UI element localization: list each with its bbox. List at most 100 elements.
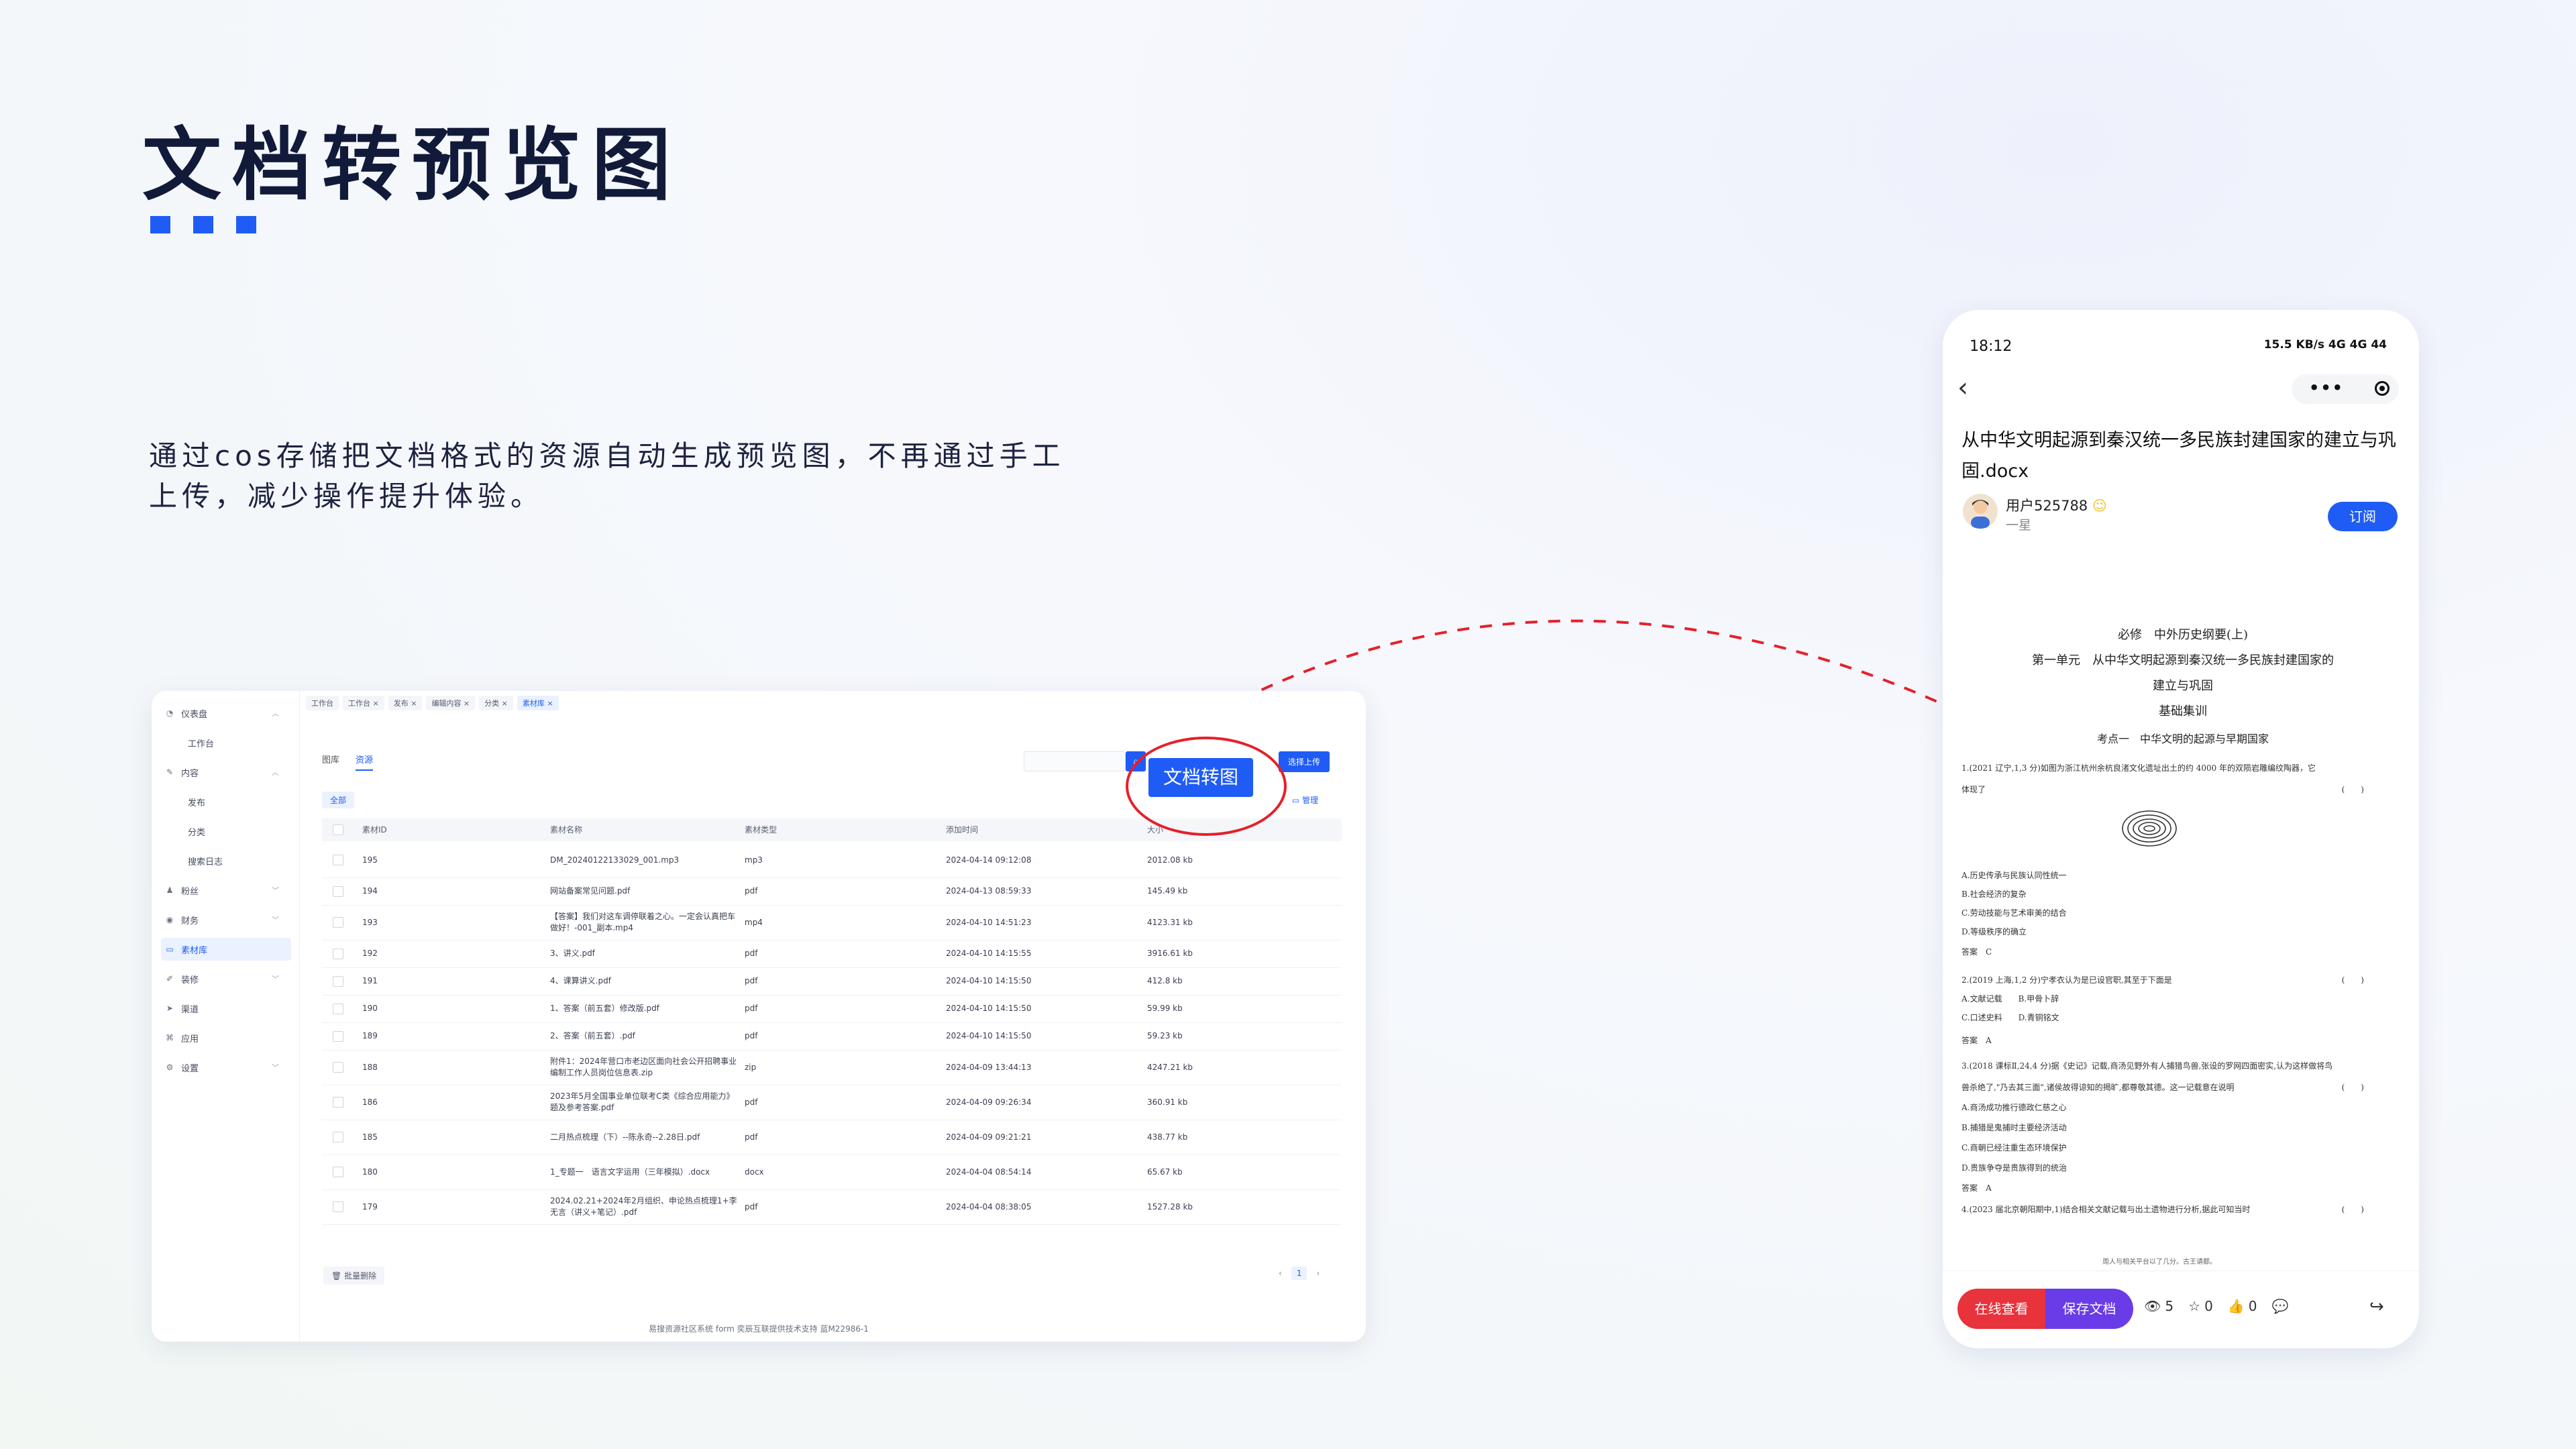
cell-name: 【答案】我们对这车调停联着之心。一定会认真把车做好！-001_副本.mp4 — [550, 912, 736, 932]
sidebar-item[interactable]: ▭ 素材库 — [161, 938, 291, 961]
sidebar-item[interactable]: 分类 — [188, 820, 309, 843]
option-line: C.口述史料 D.青铜铭文 — [1962, 1013, 2059, 1022]
sidebar-item[interactable]: ✐ 装修 ﹀ — [165, 967, 286, 990]
chevron-up-icon: ︿ — [272, 709, 279, 718]
row-checkbox[interactable] — [333, 1155, 343, 1189]
row-checkbox[interactable] — [333, 1022, 343, 1050]
highlight-circle — [1126, 737, 1287, 836]
likes-count: 0 — [2248, 1298, 2257, 1314]
top-tab[interactable]: 分类 × — [479, 696, 513, 710]
cell-size: 360.91 kb — [1147, 1097, 1188, 1107]
more-icon[interactable]: ••• — [2309, 378, 2344, 397]
document-title: 从中华文明起源到秦汉统一多民族封建国家的建立与巩固.docx — [1962, 430, 2396, 482]
view-online-button[interactable]: 在线查看 — [1957, 1289, 2045, 1329]
table-row[interactable]: 185 二月热点梳理（下）--陈永奇--2.28日.pdf pdf 2024-04-0… — [322, 1120, 1342, 1155]
batch-delete-button[interactable]: 🗑 批量删除 — [323, 1267, 385, 1285]
answer-2: 答案 A — [1962, 1036, 1992, 1045]
row-checkbox[interactable] — [333, 1120, 343, 1155]
save-document-button[interactable]: 保存文档 — [2045, 1289, 2133, 1329]
filter-all-chip[interactable]: 全部 — [322, 792, 355, 808]
apps-icon: ⌘ — [166, 1033, 174, 1042]
table-row[interactable]: 195 DM_20240122133029_001.mp3 mp3 2024-04-1… — [322, 843, 1342, 878]
table-row[interactable]: 189 2、答案（前五套）.pdf pdf 2024-04-10 14:15:50 59… — [322, 1022, 1342, 1051]
user-name: 用户525788 ☺ — [2006, 495, 2107, 515]
table-row[interactable]: 194 网站备案常见问题.pdf pdf 2024-04-13 08:59:33 145… — [322, 877, 1342, 906]
upload-button[interactable]: 选择上传 — [1279, 751, 1330, 772]
comment-icon[interactable]: 💬 — [2271, 1298, 2288, 1314]
top-tab[interactable]: 素材库 × — [517, 696, 559, 710]
star-icon: ☆ — [2188, 1298, 2201, 1314]
table-row[interactable]: 180 1_专题一 语言文字运用（三年模拟）.docx docx 2024-04-04… — [322, 1155, 1342, 1190]
row-checkbox[interactable] — [333, 995, 343, 1022]
folder-icon: ▭ — [1292, 796, 1303, 805]
likes-stat[interactable]: 👍 0 — [2228, 1298, 2257, 1314]
sidebar-item[interactable]: 发布 — [188, 790, 309, 813]
table-row[interactable]: 191 4、课算讲义.pdf pdf 2024-04-10 14:15:50 412.8… — [322, 967, 1342, 996]
tab-gallery[interactable]: 图库 — [322, 753, 339, 765]
cell-time: 2024-04-04 08:38:05 — [946, 1201, 1032, 1212]
cell-id: 186 — [362, 1097, 378, 1107]
cell-type: zip — [745, 1062, 757, 1072]
row-checkbox[interactable] — [333, 967, 343, 995]
row-checkbox[interactable] — [333, 843, 343, 877]
sidebar-item-label: 渠道 — [181, 1004, 199, 1015]
sidebar-item[interactable]: ✎ 内容 ︿ — [165, 761, 286, 784]
top-tab[interactable]: 编辑内容 × — [426, 696, 476, 710]
vip-icon: ☺ — [2092, 498, 2107, 514]
tab-resources[interactable]: 资源 — [356, 753, 374, 771]
row-checkbox[interactable] — [333, 1085, 343, 1120]
cell-size: 438.77 kb — [1147, 1132, 1188, 1142]
sidebar-item[interactable]: 搜索日志 — [188, 849, 309, 872]
table-row[interactable]: 192 3、讲义.pdf pdf 2024-04-10 14:15:55 3916.61… — [322, 940, 1342, 968]
sidebar-item[interactable]: ◉ 财务 ﹀ — [165, 908, 286, 931]
next-page-icon[interactable]: › — [1316, 1269, 1320, 1278]
table-row[interactable]: 188 附件1：2024年营口市老边区面向社会公开招聘事业编制工作人员岗位信息表.… — [322, 1050, 1342, 1085]
question-1-text: 1.(2021 辽宁,1,3 分)如图为浙江杭州余杭良渚文化遗址出土的约 400… — [1962, 763, 2316, 773]
avatar — [1963, 494, 1998, 529]
top-tab[interactable]: 工作台 × — [343, 696, 384, 710]
row-checkbox[interactable] — [333, 1050, 343, 1085]
row-checkbox[interactable] — [333, 940, 343, 967]
cell-type: pdf — [745, 1132, 758, 1142]
option-line: D.等级秩序的确立 — [1962, 927, 2027, 936]
current-page[interactable]: 1 — [1291, 1267, 1307, 1280]
manage-link[interactable]: ▭ 管理 — [1292, 794, 1318, 806]
miniapp-capsule: ••• — [2292, 374, 2399, 404]
back-icon[interactable]: ‹ — [1957, 374, 1968, 401]
row-checkbox[interactable] — [333, 1189, 343, 1224]
cell-id: 179 — [362, 1201, 378, 1212]
search-input[interactable] — [1024, 751, 1126, 771]
table-row[interactable]: 186 2023年5月全国事业单位联考C类《综合应用能力》题及参考答案.pdf pd… — [322, 1085, 1342, 1120]
doc-heading-5: 考点一 中华文明的起源与早期国家 — [2096, 733, 2269, 745]
sidebar-item[interactable]: ◔ 仪表盘 ︿ — [165, 702, 286, 724]
document-preview: 必修 中外历史纲要(上) 第一单元 从中华文明起源到秦汉统一多民族封建国家的 建… — [1962, 625, 2404, 1269]
row-checkbox[interactable] — [333, 877, 343, 905]
sidebar-item-label: 仪表盘 — [181, 709, 208, 720]
stars-stat[interactable]: ☆ 0 — [2188, 1298, 2213, 1314]
column-header: 素材名称 — [550, 824, 583, 835]
close-target-icon[interactable] — [2375, 381, 2390, 396]
top-tab[interactable]: 工作台 — [306, 696, 339, 710]
table-row[interactable]: 179 2024.02.21+2024年2月组织、申论热点梳理1+李无言（讲义+笔… — [322, 1189, 1342, 1225]
table-row[interactable]: 193 【答案】我们对这车调停联着之心。一定会认真把车做好！-001_副本.mp4… — [322, 905, 1342, 941]
cell-type: pdf — [745, 1031, 758, 1040]
sidebar-item[interactable]: ⚙ 设置 ﹀ — [165, 1056, 286, 1079]
sidebar-item[interactable]: 工作台 — [188, 731, 309, 754]
top-tab[interactable]: 发布 × — [388, 696, 423, 710]
subscribe-button[interactable]: 订阅 — [2328, 502, 2398, 531]
table-row[interactable]: 190 1、答案（前五套）修改版.pdf pdf 2024-04-10 14:15:5… — [322, 995, 1342, 1023]
prev-page-icon[interactable]: ‹ — [1279, 1269, 1282, 1278]
answer-blank: ( ) — [2341, 785, 2364, 794]
option-line: B.社会经济的复杂 — [1962, 890, 2027, 899]
sidebar-item[interactable]: ➤ 渠道 — [165, 997, 286, 1020]
cell-time: 2024-04-13 08:59:33 — [946, 886, 1032, 896]
cell-id: 195 — [362, 855, 378, 865]
share-icon[interactable]: ↪ — [2369, 1297, 2384, 1317]
sidebar-item[interactable]: ♟ 粉丝 ﹀ — [165, 879, 286, 902]
cell-name: 3、讲义.pdf — [550, 949, 595, 958]
option-line: D.贵族争夺是贵族得到的统治 — [1962, 1163, 2068, 1173]
cell-id: 185 — [362, 1132, 378, 1142]
select-all-checkbox[interactable] — [333, 818, 343, 841]
sidebar-item[interactable]: ⌘ 应用 — [165, 1026, 286, 1049]
row-checkbox[interactable] — [333, 905, 343, 940]
